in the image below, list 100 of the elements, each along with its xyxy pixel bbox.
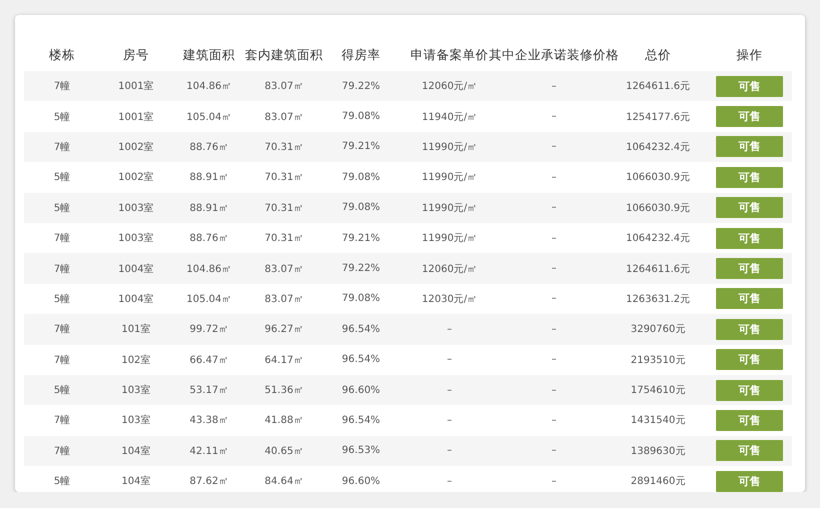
status-button[interactable]: 可售: [716, 228, 783, 249]
status-button[interactable]: 可售: [716, 440, 783, 462]
table-cell: –: [447, 324, 452, 335]
table-cell-text: 11940元/㎡: [422, 110, 478, 124]
table-cell-text: 104室: [121, 444, 151, 458]
table-cell: –: [552, 384, 556, 396]
table-cell-text: 88.76㎡: [190, 232, 228, 246]
table-cell-text: 7幢: [54, 354, 70, 367]
table-cell-text: 2891460元: [630, 475, 686, 488]
status-button[interactable]: 可售: [716, 288, 783, 310]
status-button[interactable]: 可售: [716, 76, 783, 97]
status-button[interactable]: 可售: [716, 349, 783, 370]
table-cell: –: [447, 445, 452, 456]
table-cell-text: 1264611.6元: [626, 80, 690, 94]
table-cell-text: 11990元/㎡: [422, 202, 478, 215]
table-cell: 79.22%: [342, 80, 380, 92]
table-cell-text: 104.86㎡: [186, 80, 232, 94]
column-header: 建筑面积: [183, 47, 235, 64]
table-cell-text: 1064232.4元: [626, 140, 690, 154]
table-cell: –: [552, 354, 556, 366]
status-button[interactable]: 可售: [716, 136, 783, 158]
status-button[interactable]: 可售: [716, 197, 783, 218]
table-cell: –: [552, 476, 556, 487]
table-cell: –: [552, 414, 556, 426]
table-cell: 96.60%: [342, 384, 380, 396]
table-cell-text: 66.47㎡: [190, 354, 228, 367]
table-cell: –: [552, 324, 556, 335]
column-header: 房号: [123, 47, 149, 64]
table-cell-text: 84.64㎡: [264, 475, 304, 488]
table-cell: –: [552, 141, 556, 152]
table-cell-text: 103室: [121, 414, 151, 428]
table-cell-text: 5幢: [54, 170, 70, 184]
column-header: 申请备案单价: [410, 47, 488, 64]
status-button[interactable]: 可售: [716, 258, 783, 280]
table-cell-text: 3290760元: [630, 323, 686, 336]
table-cell: –: [447, 384, 452, 396]
table-cell-text: 41.88㎡: [264, 414, 304, 428]
table-cell: –: [447, 476, 452, 487]
table-cell-text: 5幢: [54, 110, 70, 124]
table-cell: –: [552, 172, 556, 183]
table-cell-text: 2193510元: [630, 354, 686, 367]
table-cell-text: 1263631.2元: [626, 292, 690, 306]
table-cell-text: 70.31㎡: [264, 232, 304, 246]
table-cell-text: 51.36㎡: [264, 384, 304, 398]
table-cell: –: [552, 263, 556, 274]
status-button[interactable]: 可售: [716, 106, 783, 128]
column-header: 得房率: [342, 47, 380, 64]
table-cell: 96.60%: [342, 476, 380, 487]
table-cell-text: 1389630元: [630, 444, 686, 458]
table-cell-text: 1064232.4元: [626, 232, 690, 246]
table-cell-text: 7幢: [54, 232, 70, 246]
table-cell-text: 83.07㎡: [264, 292, 304, 306]
table-cell-text: 1002室: [118, 170, 154, 184]
column-header: 总价: [645, 47, 671, 64]
table-cell: –: [447, 414, 452, 426]
table-cell-text: 1002室: [118, 140, 154, 154]
table-cell-text: 83.07㎡: [264, 262, 304, 276]
table-cell-text: 70.31㎡: [264, 171, 304, 184]
status-button[interactable]: 可售: [716, 318, 783, 340]
table-cell-text: 7幢: [54, 140, 70, 154]
column-header: 楼栋: [49, 47, 75, 64]
status-button[interactable]: 可售: [716, 380, 783, 401]
table-cell-text: 104室: [121, 474, 151, 488]
table-cell: 79.21%: [342, 232, 380, 244]
table-cell: 96.53%: [342, 445, 380, 456]
table-cell-text: 42.11㎡: [190, 444, 228, 458]
table-cell-text: 5幢: [54, 474, 70, 488]
table-cell-text: 88.91㎡: [190, 202, 228, 215]
table-cell-text: 7幢: [54, 414, 70, 428]
table-cell-text: 1431540元: [630, 414, 686, 428]
table-cell-text: 96.27㎡: [264, 323, 304, 336]
status-button[interactable]: 可售: [716, 166, 783, 188]
table-cell-text: 1001室: [118, 80, 154, 94]
table-cell-text: 88.76㎡: [190, 140, 228, 154]
table-cell-text: 7幢: [54, 262, 70, 276]
table-cell: –: [552, 445, 556, 456]
table-cell-text: 70.31㎡: [264, 140, 304, 154]
table-cell: –: [552, 202, 556, 214]
table-cell: 96.54%: [342, 414, 380, 426]
table-cell-text: 1254177.6元: [626, 110, 690, 124]
table-cell-text: 70.31㎡: [264, 202, 304, 215]
table-cell: –: [447, 354, 452, 366]
column-header: 套内建筑面积: [245, 47, 323, 64]
table-cell-text: 5幢: [54, 292, 70, 306]
table-cell: 96.54%: [342, 324, 380, 335]
table-cell-text: 87.62㎡: [190, 475, 228, 488]
table-cell-text: 1754610元: [630, 384, 686, 398]
status-button[interactable]: 可售: [716, 470, 783, 492]
table-cell-text: 1066030.9元: [626, 202, 690, 215]
table-cell-text: 11990元/㎡: [422, 171, 478, 184]
table-cell-text: 1004室: [118, 262, 154, 276]
table-cell: 79.22%: [342, 263, 380, 274]
table-cell-text: 83.07㎡: [264, 80, 304, 94]
table-cell-text: 1003室: [118, 232, 154, 246]
table-cell-text: 1001室: [118, 110, 154, 124]
table-cell-text: 1264611.6元: [626, 262, 690, 276]
table-cell-text: 88.91㎡: [190, 171, 228, 184]
table-cell-text: 53.17㎡: [190, 384, 228, 398]
table-cell: 96.54%: [342, 354, 380, 366]
status-button[interactable]: 可售: [716, 410, 783, 431]
